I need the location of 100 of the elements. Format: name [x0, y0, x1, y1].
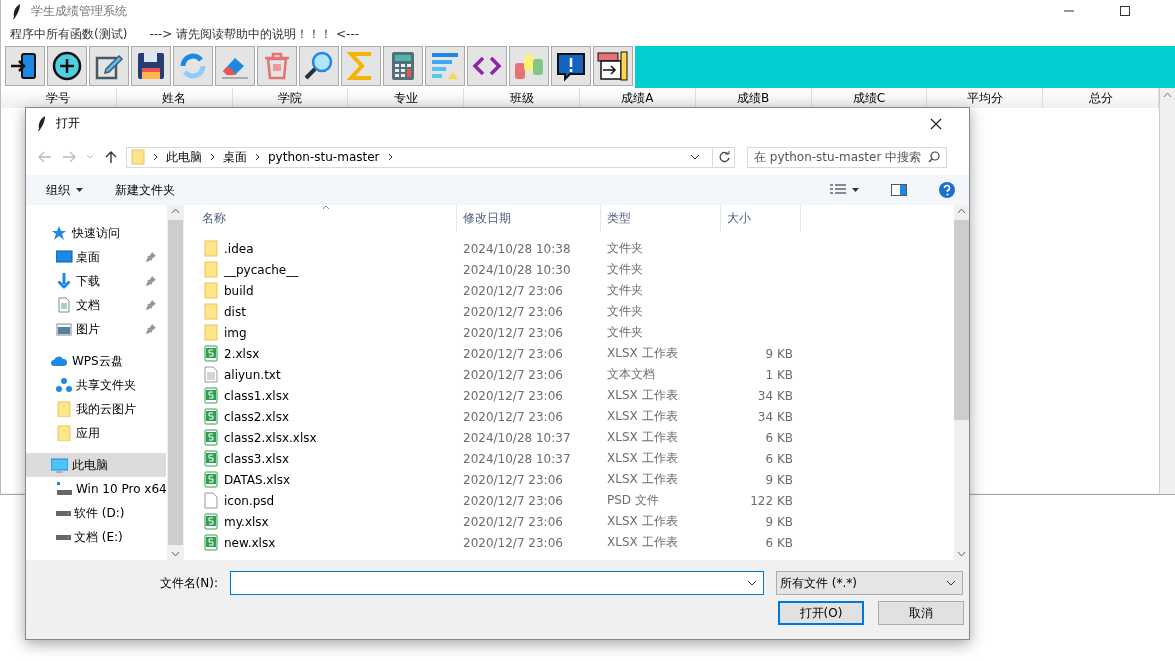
drive-icon: [56, 534, 71, 540]
preview-pane-button[interactable]: [889, 182, 909, 198]
file-type: XLSX 工作表: [607, 451, 678, 465]
monitor-icon: [56, 249, 73, 265]
file-name[interactable]: dist: [224, 304, 246, 319]
folder-icon: [56, 401, 73, 417]
computer-icon: [51, 457, 68, 473]
file-date: 2020/12/7 23:06: [463, 283, 563, 298]
file-date: 2020/12/7 23:06: [463, 493, 563, 508]
column-header[interactable]: 修改日期: [457, 205, 601, 232]
toolbar-button[interactable]: [47, 46, 87, 86]
window-title: 学生成绩管理系统: [31, 2, 127, 20]
file-name[interactable]: my.xlsx: [224, 514, 269, 529]
file-size: 9 KB: [765, 514, 793, 529]
file-name[interactable]: new.xlsx: [224, 535, 276, 550]
drive-icon: [56, 481, 73, 497]
search-field[interactable]: 在 python-stu-master 中搜索: [747, 146, 947, 168]
scroll-down-icon: [171, 551, 180, 557]
file-size: 6 KB: [765, 430, 793, 445]
folder-icon: [204, 282, 218, 299]
file-name[interactable]: __pycache__: [224, 262, 299, 277]
nav-item[interactable]: 应用: [26, 421, 166, 445]
address-bar[interactable]: 此电脑 桌面 python-stu-master: [126, 146, 713, 168]
file-type-select[interactable]: 所有文件 (*.*): [776, 571, 963, 595]
file-date: 2020/12/7 23:06: [463, 325, 563, 340]
nav-item[interactable]: 桌面: [26, 245, 166, 269]
menu-item[interactable]: ---> 请先阅读帮助中的说明！！！ <---: [149, 25, 360, 43]
file-date: 2020/12/7 23:06: [463, 409, 563, 424]
file-type: 文件夹: [607, 304, 643, 318]
nav-item[interactable]: 文档: [26, 293, 166, 317]
filename-field[interactable]: [230, 571, 764, 595]
column-header[interactable]: 名称: [184, 205, 457, 232]
file-name[interactable]: DATAS.xlsx: [224, 472, 291, 487]
nav-item[interactable]: 我的云图片: [26, 397, 166, 421]
file-type: 文件夹: [607, 325, 643, 339]
column-header[interactable]: 总分: [1043, 88, 1159, 108]
command-button[interactable]: 组织: [44, 179, 85, 201]
cancel-button[interactable]: 取消: [878, 601, 964, 625]
column-header[interactable]: 类型: [601, 205, 721, 232]
drive-icon: [56, 510, 71, 516]
spreadsheet-icon: [204, 408, 218, 425]
nav-item[interactable]: 此电脑: [26, 453, 166, 477]
toolbar-button[interactable]: [551, 46, 591, 86]
file-name[interactable]: class2.xlsx: [224, 409, 290, 424]
file-name[interactable]: aliyun.txt: [224, 367, 281, 382]
file-type: XLSX 工作表: [607, 535, 678, 549]
file-date: 2020/12/7 23:06: [463, 346, 563, 361]
left-arrow-icon: [38, 151, 52, 163]
search-icon: [928, 151, 940, 163]
file-date: 2020/12/7 23:06: [463, 304, 563, 319]
toolbar-button[interactable]: [593, 46, 633, 86]
file-name[interactable]: build: [224, 283, 254, 298]
menu-item[interactable]: 程序中所有函数(测试): [10, 25, 128, 43]
scrollbar[interactable]: [167, 205, 184, 560]
list-view-icon: [830, 184, 846, 196]
nav-item[interactable]: 软件 (D:): [26, 501, 166, 525]
spreadsheet-icon: [204, 513, 218, 530]
file-name[interactable]: img: [224, 325, 247, 340]
folder-icon: [204, 240, 218, 257]
chevron-icon: [255, 153, 260, 161]
chevron-icon: [210, 153, 215, 161]
column-header[interactable]: 大小: [721, 205, 801, 232]
blank-file-icon: [204, 492, 218, 509]
plus-circle-icon: [50, 49, 84, 83]
nav-item[interactable]: WPS云盘: [26, 349, 166, 373]
nav-item[interactable]: 共享文件夹: [26, 373, 166, 397]
nav-item[interactable]: Win 10 Pro x64: [26, 477, 166, 501]
nav-item[interactable]: 快速访问: [26, 221, 166, 245]
file-name[interactable]: class1.xlsx: [224, 388, 290, 403]
file-type: PSD 文件: [607, 493, 659, 507]
folder-icon: [204, 324, 218, 341]
open-button[interactable]: 打开(O): [778, 601, 864, 625]
nav-item[interactable]: 下载: [26, 269, 166, 293]
refresh-button[interactable]: [713, 146, 735, 168]
file-size: 34 KB: [757, 388, 793, 403]
file-name[interactable]: class2.xlsx.xlsx: [224, 430, 317, 445]
breadcrumb-item[interactable]: 桌面: [223, 148, 247, 166]
scrollbar[interactable]: [954, 205, 969, 560]
nav-item[interactable]: 文档 (E:): [26, 525, 166, 549]
toolbar-button[interactable]: [5, 46, 45, 86]
file-type: XLSX 工作表: [607, 472, 678, 486]
toolbar-button[interactable]: [299, 46, 339, 86]
file-name[interactable]: icon.psd: [224, 493, 275, 508]
spreadsheet-icon: [204, 450, 218, 467]
help-button[interactable]: [937, 180, 957, 200]
command-button[interactable]: 新建文件夹: [113, 179, 177, 201]
breadcrumb-item[interactable]: 此电脑: [166, 148, 202, 166]
scroll-up-icon: [1163, 92, 1172, 98]
file-name[interactable]: class3.xlsx: [224, 451, 290, 466]
breadcrumb-item[interactable]: python-stu-master: [268, 150, 380, 164]
scrollbar[interactable]: [1159, 88, 1175, 493]
file-date: 2024/10/28 10:37: [463, 430, 571, 445]
nav-item[interactable]: 图片: [26, 317, 166, 341]
folder-icon: [56, 425, 73, 441]
help-icon: [939, 182, 955, 198]
file-name[interactable]: .idea: [224, 241, 254, 256]
file-type: 文件夹: [607, 241, 643, 255]
toolbar-button[interactable]: [131, 46, 171, 86]
caret-icon: [76, 188, 83, 192]
file-name[interactable]: 2.xlsx: [224, 346, 260, 361]
